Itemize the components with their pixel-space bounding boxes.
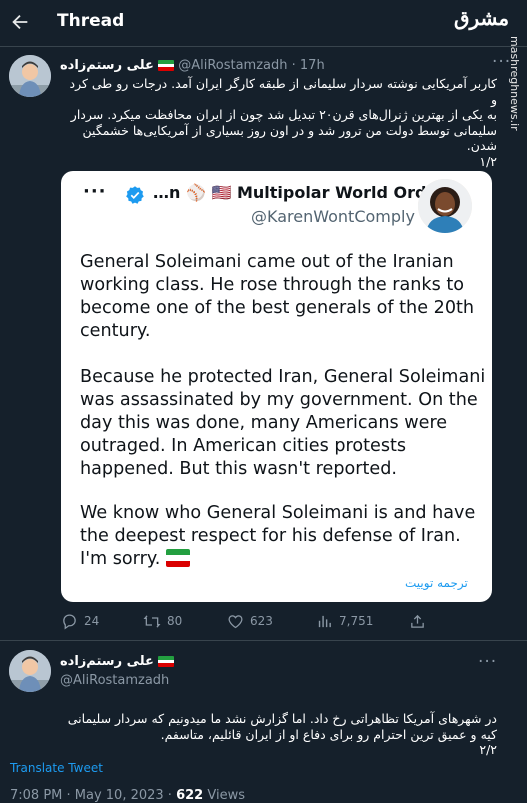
share-icon — [411, 614, 424, 628]
iran-flag-icon — [158, 656, 175, 667]
translate-tweet-link[interactable]: ترجمه توییت — [405, 576, 468, 590]
reply-count: 24 — [84, 614, 100, 628]
reply-icon — [63, 614, 76, 630]
views-count: 7,751 — [339, 614, 374, 628]
views-chart-icon — [318, 615, 331, 628]
avatar-image — [9, 55, 51, 97]
iran-flag-icon — [166, 549, 191, 567]
more-options-icon[interactable]: ··· — [83, 181, 107, 202]
verified-badge-icon — [126, 186, 144, 204]
iran-flag-icon — [158, 60, 175, 71]
author-name[interactable]: علی رستم‌زاده — [60, 654, 154, 669]
tweet-author-line: علی رستم‌زاده @AliRostamzadh · 17h — [60, 58, 360, 73]
views-label: Views — [203, 788, 245, 803]
share-button[interactable] — [409, 613, 432, 630]
avatar-image — [9, 650, 51, 692]
more-options-icon[interactable]: ··· — [478, 652, 497, 672]
top-bar: Thread — [0, 0, 527, 46]
watermark-logo: مشرق — [454, 6, 510, 30]
quoted-display-name[interactable]: …n ⚾ 🇺🇸 Multipolar World Order — [153, 183, 445, 202]
quoted-avatar-image — [418, 179, 472, 233]
more-options-icon[interactable]: ··· — [492, 52, 511, 72]
translate-tweet-link[interactable]: Translate Tweet — [10, 761, 103, 775]
quoted-paragraph-2: Because he protected Iran, General Solei… — [80, 367, 486, 479]
reply-button[interactable]: 24 — [61, 613, 99, 630]
author-name[interactable]: علی رستم‌زاده — [60, 58, 154, 73]
tweet-author-line: علی رستم‌زاده — [60, 654, 175, 669]
tweet-text: کاربر آمریکایی نوشته سردار سلیمانی از طب… — [69, 76, 498, 169]
quoted-paragraph-3: We know who General Soleimani is and hav… — [80, 503, 476, 569]
quoted-tweet-card[interactable]: ··· …n ⚾ 🇺🇸 Multipolar World Order @Kare… — [61, 171, 492, 602]
tweet-meta: 7:08 PM · May 10, 2023 · 622 Views — [10, 788, 245, 803]
back-arrow-icon[interactable] — [9, 11, 31, 33]
author-handle[interactable]: @AliRostamzadh — [60, 673, 169, 688]
retweet-button[interactable]: 80 — [143, 613, 182, 630]
views-count: 622 — [176, 788, 204, 803]
retweet-icon — [143, 615, 161, 628]
like-count: 623 — [250, 614, 273, 628]
quoted-avatar[interactable] — [418, 179, 472, 233]
page-title: Thread — [57, 11, 125, 31]
like-button[interactable]: 623 — [227, 613, 273, 630]
divider — [0, 640, 527, 641]
avatar[interactable] — [9, 55, 51, 97]
views-button[interactable]: 7,751 — [316, 613, 373, 630]
retweet-count: 80 — [167, 614, 183, 628]
quoted-paragraph-1: General Soleimani came out of the Irania… — [80, 252, 475, 341]
quoted-handle[interactable]: @KarenWontComply — [251, 207, 415, 226]
avatar[interactable] — [9, 650, 51, 692]
divider — [0, 46, 527, 47]
tweet-timestamp[interactable]: 7:08 PM · May 10, 2023 · — [10, 788, 176, 803]
author-handle[interactable]: @AliRostamzadh · 17h — [178, 58, 324, 73]
heart-icon — [228, 615, 243, 629]
tweet-text: در شهرهای آمریکا تظاهراتی رخ داد. اما گز… — [67, 711, 497, 757]
